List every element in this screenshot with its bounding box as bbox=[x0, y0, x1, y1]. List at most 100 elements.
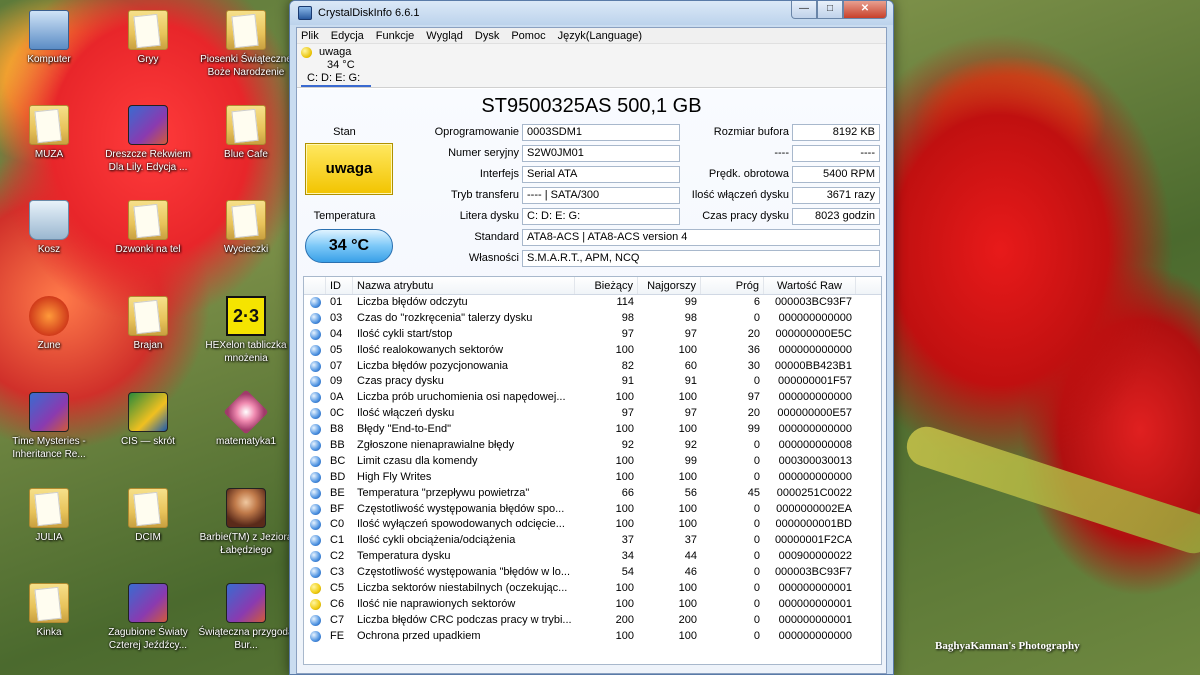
header-attribute-name[interactable]: Nazwa atrybutu bbox=[353, 277, 575, 294]
table-row[interactable]: BF Częstotliwość występowania błędów spo.… bbox=[304, 502, 881, 518]
status-warning-icon bbox=[310, 583, 321, 595]
table-row[interactable]: 09 Czas pracy dysku 91 91 0 000000001F57 bbox=[304, 374, 881, 390]
table-row[interactable]: C5 Liczba sektorów niestabilnych (oczekuj… bbox=[304, 581, 881, 597]
raw-value: 000000000E5C bbox=[775, 327, 852, 340]
table-row[interactable]: 04 Ilość cykli start/stop 97 97 20 000000000E… bbox=[304, 327, 881, 343]
desktop-icon-dzwonki[interactable]: Dzwonki na tel bbox=[100, 200, 196, 256]
threshold-value: 20 bbox=[747, 327, 760, 340]
desktop-icon-time-mysteries[interactable]: Time Mysteries - Inheritance Re... bbox=[1, 392, 97, 461]
desktop-icon-dreszcze[interactable]: Dreszcze Rekwiem Dla Lily. Edycja ... bbox=[100, 105, 196, 174]
table-row[interactable]: 0A Liczba prób uruchomienia osi napędowej… bbox=[304, 390, 881, 406]
desktop-icon-swiateczna-przygoda[interactable]: Świąteczna przygoda Bur... bbox=[198, 583, 294, 652]
status-cell bbox=[304, 454, 326, 470]
temperature-button[interactable]: 34 °C bbox=[305, 229, 393, 263]
worst-value: 91 bbox=[684, 375, 697, 388]
current-value: 100 bbox=[615, 454, 634, 467]
raw-value: 00000001F2CA bbox=[774, 534, 852, 547]
raw-value: 000003BC93F7 bbox=[774, 566, 852, 579]
desktop-icon-brajan[interactable]: Brajan bbox=[100, 296, 196, 352]
desktop-icon-label: Barbie(TM) z Jeziora Łabędziego bbox=[199, 532, 293, 556]
attribute-name: Czas do "rozkręcenia" talerzy dysku bbox=[357, 311, 533, 324]
attribute-name: Limit czasu dla komendy bbox=[357, 454, 478, 467]
desktop-icon-label: Brajan bbox=[133, 340, 163, 351]
desktop-icon-kinka[interactable]: Kinka bbox=[1, 583, 97, 639]
desktop-icon-gryy[interactable]: Gryy bbox=[100, 10, 196, 66]
status-good-icon bbox=[310, 392, 321, 404]
table-row[interactable]: 03 Czas do "rozkręcenia" talerzy dysku 98 9… bbox=[304, 311, 881, 327]
raw-value: 000000001F57 bbox=[777, 375, 852, 388]
desktop-icon-dcim[interactable]: DCIM bbox=[100, 488, 196, 544]
table-row[interactable]: BE Temperatura "przepływu powietrza" 66 56 4… bbox=[304, 486, 881, 502]
status-cell bbox=[304, 533, 326, 549]
folder-icon bbox=[29, 105, 69, 145]
hexelon-icon: 2·3 bbox=[226, 296, 266, 336]
table-row[interactable]: C2 Temperatura dysku 34 44 0 000900000022 bbox=[304, 549, 881, 565]
menu-funkcje[interactable]: Funkcje bbox=[376, 30, 415, 42]
menu-edycja[interactable]: Edycja bbox=[331, 30, 364, 42]
table-row[interactable]: BC Limit czasu dla komendy 100 99 0 000300030… bbox=[304, 454, 881, 470]
attribute-name: Ilość realokowanych sektorów bbox=[357, 343, 504, 356]
current-value: 114 bbox=[616, 296, 634, 308]
desktop-icon-komputer[interactable]: Komputer bbox=[1, 10, 97, 66]
table-row[interactable]: 05 Ilość realokowanych sektorów 100 100 36 00… bbox=[304, 343, 881, 359]
attribute-name: Liczba błędów CRC podczas pracy w trybi.… bbox=[357, 613, 572, 626]
desktop-icon-piosenki[interactable]: Piosenki Świąteczne Boże Narodzenie bbox=[198, 10, 294, 79]
close-button[interactable]: ✕ bbox=[843, 1, 887, 19]
menu-jezyk[interactable]: Język(Language) bbox=[558, 30, 642, 42]
desktop-icon-hexelon[interactable]: 2·3 HEXelon tabliczka mnożenia bbox=[198, 296, 294, 365]
zune-icon bbox=[29, 296, 69, 336]
desktop-icon-muza[interactable]: MUZA bbox=[1, 105, 97, 161]
desktop-icon-kosz[interactable]: Kosz bbox=[1, 200, 97, 256]
menu-pomoc[interactable]: Pomoc bbox=[511, 30, 545, 42]
table-row[interactable]: 01 Liczba błędów odczytu 114 99 6 000003BC93F… bbox=[304, 295, 881, 311]
table-row[interactable]: C0 Ilość wyłączeń spowodowanych odcięcie.… bbox=[304, 517, 881, 533]
smart-attributes-table[interactable]: ID Nazwa atrybutu Bieżący Najgorszy Próg… bbox=[303, 276, 882, 665]
desktop-icon-cis[interactable]: CIS — skrót bbox=[100, 392, 196, 448]
maximize-button[interactable]: □ bbox=[817, 1, 843, 19]
worst-value: 100 bbox=[678, 629, 697, 642]
table-row[interactable]: B8 Błędy "End-to-End" 100 100 99 000000000000 bbox=[304, 422, 881, 438]
table-row[interactable]: C3 Częstotliwość występowania "błędów w l… bbox=[304, 565, 881, 581]
status-good-icon bbox=[310, 519, 321, 531]
desktop-icon-blue-cafe[interactable]: Blue Cafe bbox=[198, 105, 294, 161]
table-row[interactable]: BB Zgłoszone nienaprawialne błędy 92 92 0 000… bbox=[304, 438, 881, 454]
menu-dysk[interactable]: Dysk bbox=[475, 30, 499, 42]
current-value: 100 bbox=[615, 582, 634, 595]
menu-wyglad[interactable]: Wygląd bbox=[426, 30, 463, 42]
desktop-icon-label: Zagubione Światy Czterej Jeźdźcy... bbox=[108, 627, 188, 651]
disk-selector-tab[interactable]: uwaga 34 °C C: D: E: G: bbox=[297, 44, 886, 88]
minimize-button[interactable]: — bbox=[791, 1, 817, 19]
desktop-icon-matematyka[interactable]: matematyka1 bbox=[198, 389, 294, 448]
title-bar[interactable]: CrystalDiskInfo 6.6.1 — □ ✕ bbox=[290, 1, 893, 25]
desktop-icon-barbie[interactable]: Barbie(TM) z Jeziora Łabędziego bbox=[198, 488, 294, 557]
desktop-icon-label: JULIA bbox=[35, 532, 63, 543]
table-row[interactable]: C7 Liczba błędów CRC podczas pracy w tryb… bbox=[304, 613, 881, 629]
desktop-icon-julia[interactable]: JULIA bbox=[1, 488, 97, 544]
health-status-button[interactable]: uwaga bbox=[305, 143, 393, 195]
table-row[interactable]: 07 Liczba błędów pozycjonowania 82 60 30 0000… bbox=[304, 359, 881, 375]
status-cell bbox=[304, 406, 326, 422]
desktop-icon-label: Kinka bbox=[36, 627, 62, 638]
table-row[interactable]: FE Ochrona przed upadkiem 100 100 0 000000000… bbox=[304, 629, 881, 645]
raw-value: 000300030013 bbox=[778, 454, 852, 467]
desktop-icon-zagubione-swiaty[interactable]: Zagubione Światy Czterej Jeźdźcy... bbox=[100, 583, 196, 652]
desktop-icon-zune[interactable]: Zune bbox=[1, 296, 97, 352]
table-row[interactable]: C6 Ilość nie naprawionych sektorów 100 100 0… bbox=[304, 597, 881, 613]
header-status[interactable] bbox=[304, 277, 326, 294]
header-id[interactable]: ID bbox=[326, 277, 353, 294]
worst-value: 100 bbox=[678, 582, 697, 595]
status-cell bbox=[304, 581, 326, 597]
status-cell bbox=[304, 359, 326, 375]
table-row[interactable]: BD High Fly Writes 100 100 0 000000000000 bbox=[304, 470, 881, 486]
header-worst[interactable]: Najgorszy bbox=[638, 277, 701, 294]
table-row[interactable]: C1 Ilość cykli obciążenia/odciążenia 37 37 0… bbox=[304, 533, 881, 549]
header-current[interactable]: Bieżący bbox=[575, 277, 638, 294]
folder-icon bbox=[128, 10, 168, 50]
desktop-icon-wycieczki[interactable]: Wycieczki bbox=[198, 200, 294, 256]
attribute-name: Liczba prób uruchomienia osi napędowej..… bbox=[357, 391, 566, 404]
menu-plik[interactable]: Plik bbox=[301, 30, 319, 42]
table-row[interactable]: 0C Ilość włączeń dysku 97 97 20 000000000E57 bbox=[304, 406, 881, 422]
threshold-value: 30 bbox=[747, 359, 760, 372]
header-threshold[interactable]: Próg bbox=[701, 277, 764, 294]
header-raw-value[interactable]: Wartość Raw bbox=[764, 277, 856, 294]
